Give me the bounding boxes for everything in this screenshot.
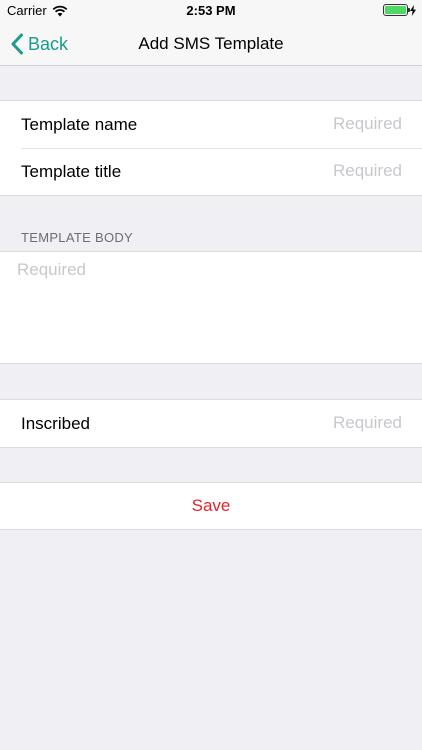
inscribed-group: Inscribed bbox=[0, 399, 422, 448]
template-fields-group: Template name Template title bbox=[0, 100, 422, 196]
battery-indicator bbox=[383, 4, 416, 16]
template-name-label: Template name bbox=[21, 114, 138, 134]
template-name-row: Template name bbox=[0, 101, 422, 148]
page-title: Add SMS Template bbox=[138, 34, 284, 53]
template-name-input[interactable] bbox=[182, 111, 402, 137]
template-title-label: Template title bbox=[21, 161, 122, 181]
navigation-bar: Back Add SMS Template bbox=[0, 22, 422, 66]
template-body-header: TEMPLATE BODY bbox=[21, 230, 134, 245]
inscribed-row: Inscribed bbox=[0, 400, 422, 447]
template-title-input[interactable] bbox=[182, 158, 402, 184]
inscribed-input[interactable] bbox=[182, 410, 402, 436]
save-button[interactable]: Save bbox=[0, 483, 422, 529]
bolt-icon bbox=[410, 4, 416, 16]
status-bar: Carrier 2:53 PM bbox=[0, 0, 422, 22]
template-body-group bbox=[0, 251, 422, 364]
save-group: Save bbox=[0, 482, 422, 530]
template-body-textarea[interactable] bbox=[17, 260, 407, 356]
inscribed-label: Inscribed bbox=[21, 413, 90, 433]
template-title-row: Template title bbox=[0, 148, 422, 195]
battery-icon bbox=[383, 4, 410, 16]
status-time: 2:53 PM bbox=[186, 3, 236, 18]
